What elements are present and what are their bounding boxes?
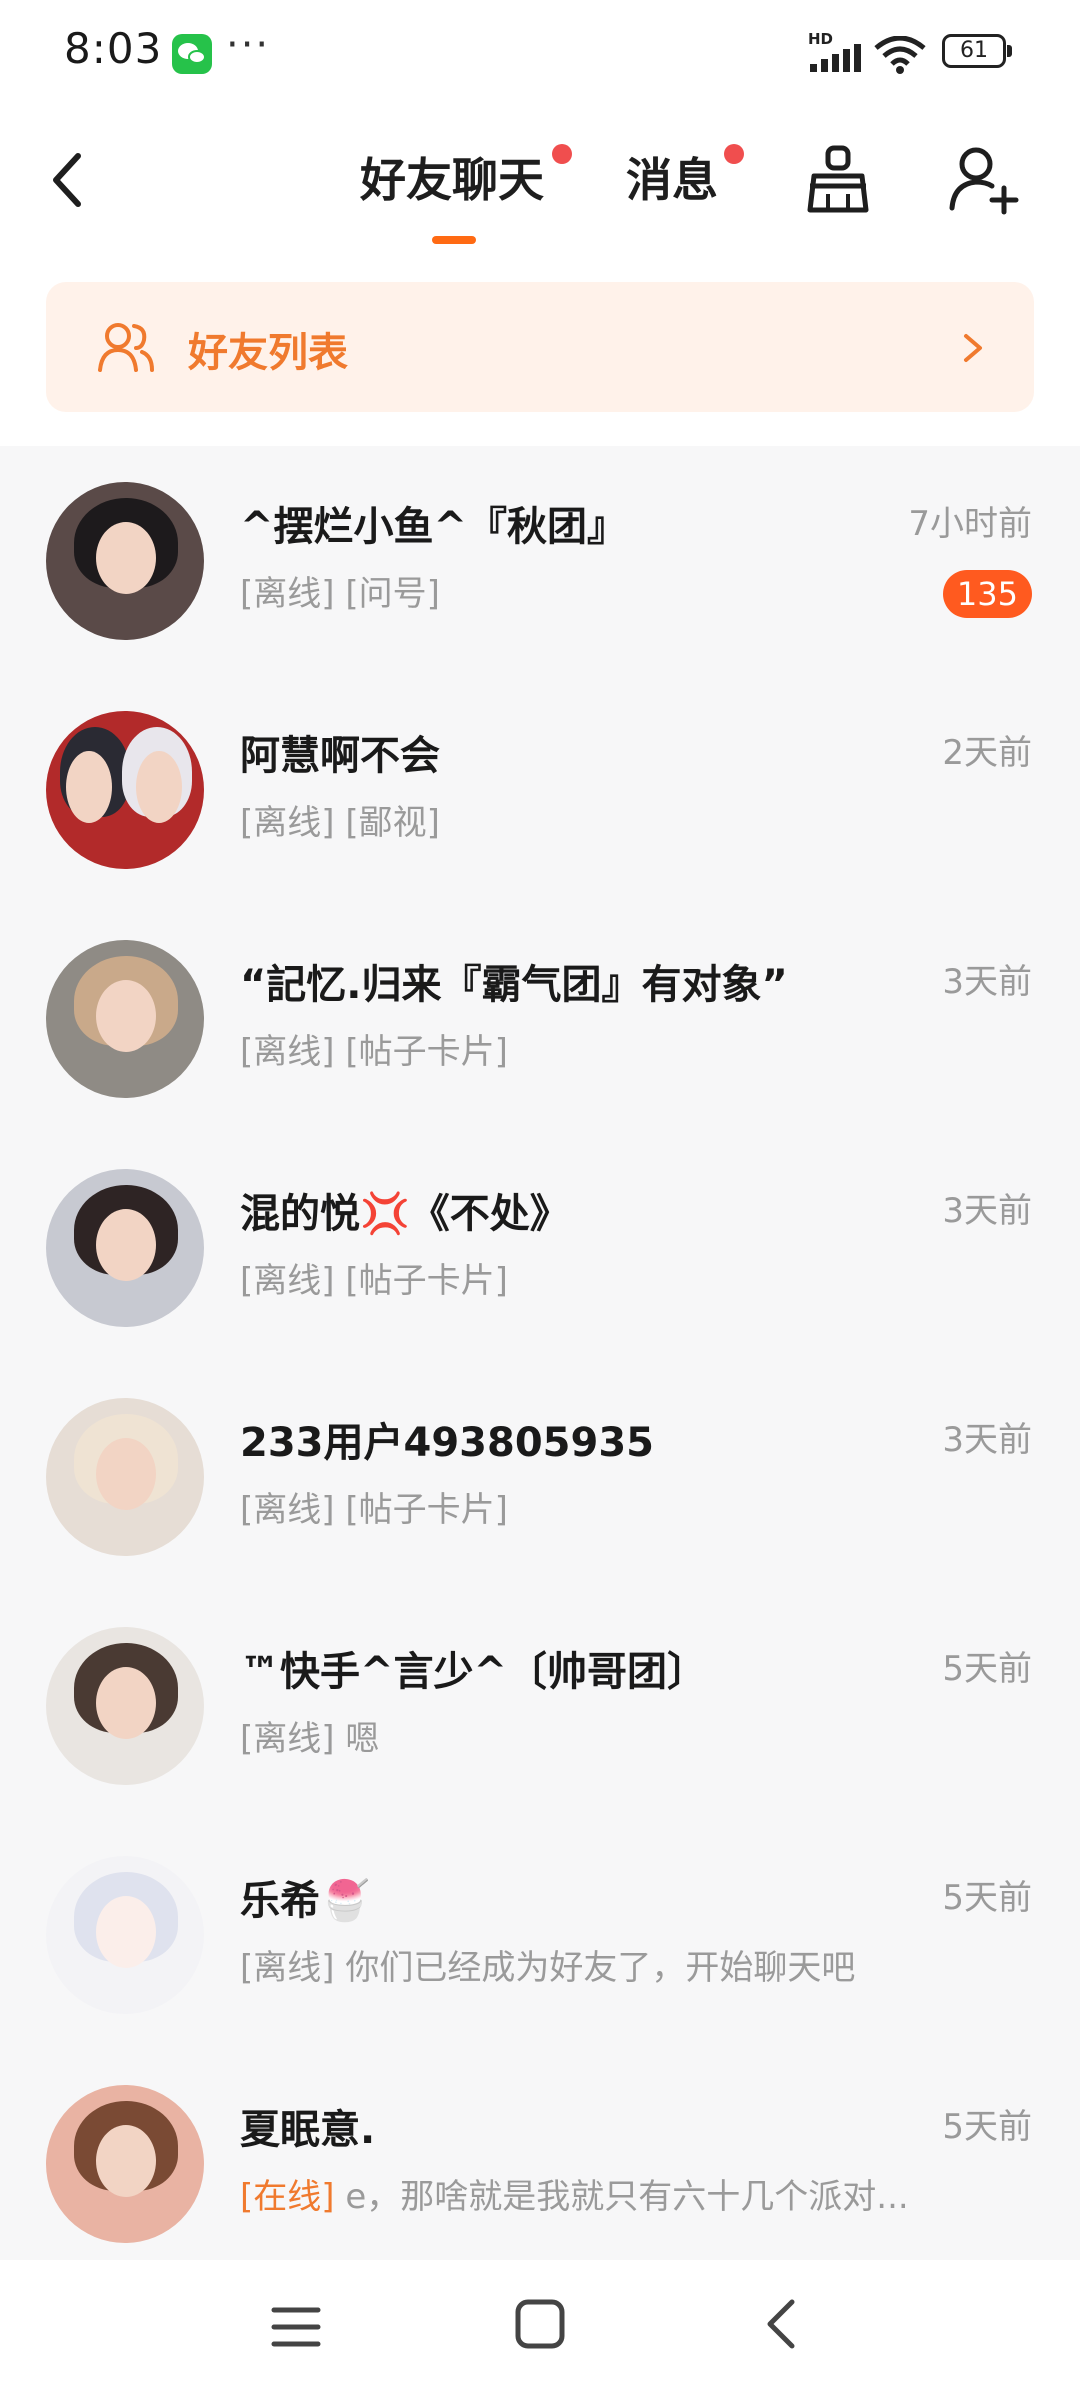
chat-message: 你们已经成为好友了，开始聊天吧	[334, 1948, 856, 1988]
chat-message: [帖子卡片]	[334, 1490, 508, 1530]
friend-list-banner-section: 好友列表	[0, 270, 1080, 446]
chat-time: 3天前	[942, 1420, 1032, 1460]
chat-time: 5天前	[942, 1649, 1032, 1689]
chat-preview: [离线] 嗯	[240, 1711, 379, 1760]
chat-preview: [在线] e，那啥就是我就只有六十几个派对...	[240, 2169, 909, 2218]
chat-status: [离线]	[240, 1719, 335, 1759]
chat-message: [问号]	[334, 574, 440, 614]
chevron-right-icon	[964, 334, 982, 362]
chat-preview: [离线] [帖子卡片]	[240, 1482, 508, 1531]
chat-preview: [离线] [问号]	[240, 566, 440, 615]
chat-name: 233用户493805935	[240, 1420, 654, 1466]
avatar	[46, 1627, 204, 1785]
avatar	[46, 1856, 204, 2014]
chat-message: [鄙视]	[334, 803, 440, 843]
broom-icon[interactable]	[800, 142, 876, 218]
chat-name: 乐希🍧	[240, 1878, 370, 1924]
chat-time: 5天前	[942, 2107, 1032, 2147]
chat-time: 7小时前	[908, 504, 1032, 544]
chat-name: 混的悦💢《不处》	[240, 1191, 570, 1237]
chat-time: 3天前	[942, 1191, 1032, 1231]
battery-icon: 61	[942, 34, 1012, 68]
chat-row[interactable]: 阿慧啊不会 2天前 [离线] [鄙视]	[0, 675, 1080, 904]
chat-status: [离线]	[240, 1948, 335, 1988]
chat-row[interactable]: 乐希🍧 5天前 [离线] 你们已经成为好友了，开始聊天吧	[0, 1820, 1080, 2049]
chat-list: ^摆烂小鱼^『秋团』 7小时前 [离线] [问号] 135 阿慧啊不会 2天前 …	[0, 446, 1080, 2256]
chat-row[interactable]: ^摆烂小鱼^『秋团』 7小时前 [离线] [问号] 135	[0, 446, 1080, 675]
tab-messages[interactable]: 消息	[626, 144, 718, 210]
chat-status: [离线]	[240, 803, 335, 843]
chat-status: [离线]	[240, 1261, 335, 1301]
chat-name: 阿慧啊不会	[240, 733, 440, 779]
chat-name: ^摆烂小鱼^『秋团』	[240, 504, 628, 550]
status-time: 8:03	[64, 24, 163, 73]
chat-row[interactable]: ™快手^言少^〔帅哥团〕 5天前 [离线] 嗯	[0, 1591, 1080, 1820]
wechat-notification-icon	[172, 34, 212, 74]
system-nav-bar	[0, 2260, 1080, 2400]
chat-row[interactable]: “記忆.归来『霸气团』有对象” 3天前 [离线] [帖子卡片]	[0, 904, 1080, 1133]
chat-name: ™快手^言少^〔帅哥团〕	[240, 1649, 708, 1695]
avatar	[46, 2085, 204, 2243]
unread-badge: 135	[942, 570, 1032, 618]
chat-status: [在线]	[240, 2177, 335, 2217]
friends-icon	[98, 323, 154, 372]
menu-icon[interactable]	[270, 2304, 322, 2350]
back-icon[interactable]	[762, 2296, 802, 2352]
avatar	[46, 1169, 204, 1327]
chat-row[interactable]: 233用户493805935 3天前 [离线] [帖子卡片]	[0, 1362, 1080, 1591]
chat-time: 5天前	[942, 1878, 1032, 1918]
chat-message: e，那啥就是我就只有六十几个派对...	[334, 2177, 909, 2217]
chat-message: [帖子卡片]	[334, 1261, 508, 1301]
chat-preview: [离线] [鄙视]	[240, 795, 440, 844]
chat-preview: [离线] 你们已经成为好友了，开始聊天吧	[240, 1940, 855, 1989]
avatar	[46, 711, 204, 869]
battery-level: 61	[960, 38, 988, 63]
chat-preview: [离线] [帖子卡片]	[240, 1024, 508, 1073]
friend-list-banner[interactable]: 好友列表	[46, 282, 1034, 412]
app-screen: 8:03 ··· HD 61 好友聊天 消息 好友列表 ^摆烂小鱼^『秋团』 7…	[0, 0, 1080, 2400]
top-header: 好友聊天 消息	[0, 110, 1080, 270]
chat-time: 3天前	[942, 962, 1032, 1002]
add-friend-icon[interactable]	[946, 142, 1022, 218]
signal-icon	[810, 44, 861, 72]
chat-status: [离线]	[240, 1032, 335, 1072]
avatar	[46, 1398, 204, 1556]
tab-friend-chat[interactable]: 好友聊天	[360, 144, 544, 210]
tab-friend-chat-dot	[552, 144, 572, 164]
active-tab-indicator	[432, 236, 476, 244]
chat-status: [离线]	[240, 574, 335, 614]
chat-time: 2天前	[942, 733, 1032, 773]
chat-name: “記忆.归来『霸气团』有对象”	[240, 962, 788, 1008]
back-button[interactable]	[40, 140, 100, 220]
tab-messages-dot	[724, 144, 744, 164]
home-icon[interactable]	[514, 2298, 566, 2350]
chat-message: 嗯	[334, 1719, 380, 1759]
wifi-icon	[874, 36, 926, 74]
status-bar: 8:03 ··· HD 61	[0, 0, 1080, 110]
avatar	[46, 940, 204, 1098]
more-notifications-icon: ···	[226, 22, 271, 68]
friend-list-label: 好友列表	[188, 330, 348, 376]
chat-preview: [离线] [帖子卡片]	[240, 1253, 508, 1302]
chat-status: [离线]	[240, 1490, 335, 1530]
chat-row[interactable]: 夏眠意. 5天前 [在线] e，那啥就是我就只有六十几个派对...	[0, 2049, 1080, 2256]
chat-row[interactable]: 混的悦💢《不处》 3天前 [离线] [帖子卡片]	[0, 1133, 1080, 1362]
chat-name: 夏眠意.	[240, 2107, 376, 2153]
chat-message: [帖子卡片]	[334, 1032, 508, 1072]
avatar	[46, 482, 204, 640]
